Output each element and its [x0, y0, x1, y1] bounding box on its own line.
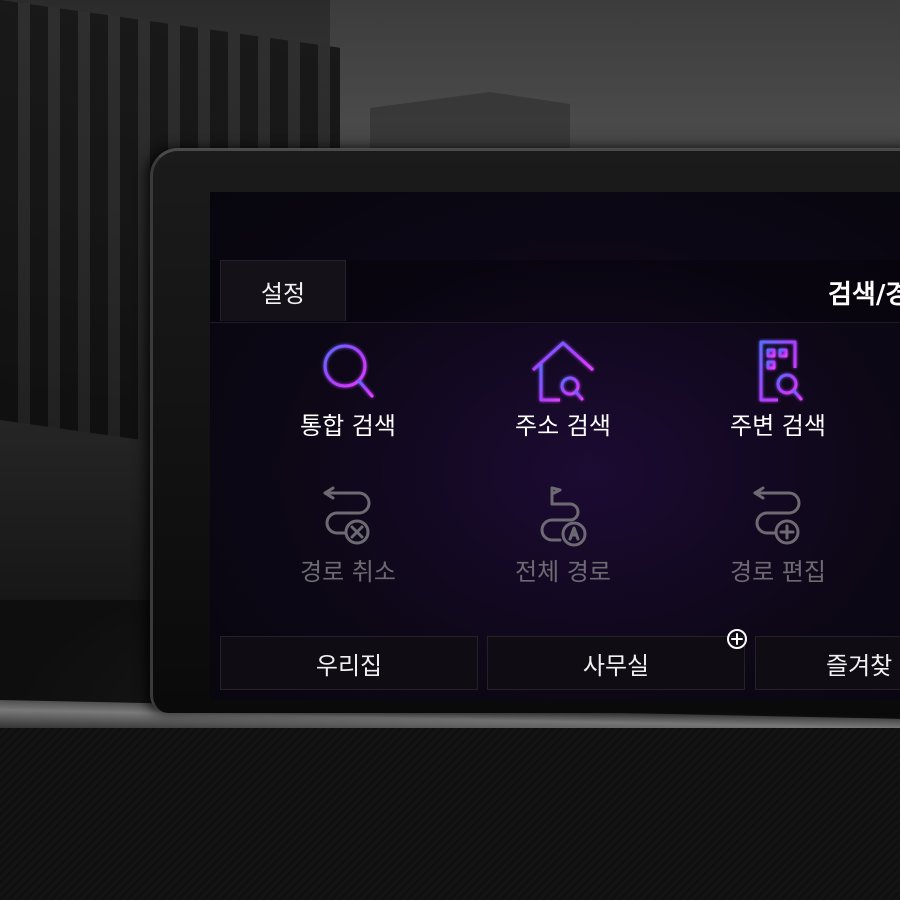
route-overview-label: 전체 경로 [515, 558, 611, 586]
dashboard-lower [0, 728, 900, 900]
magnifier-icon [323, 344, 374, 398]
house-search-icon [531, 341, 595, 402]
favorites-label: 즐겨찾 [826, 651, 893, 680]
integrated-search-label: 통합 검색 [300, 412, 396, 440]
route-overview-button[interactable]: 전체 경로 [468, 484, 658, 604]
plus-circle-icon[interactable] [726, 628, 748, 650]
home-label: 우리집 [315, 651, 383, 680]
cancel-route-label: 경로 취소 [300, 558, 396, 586]
building-search-icon [759, 340, 803, 402]
office-label: 사무실 [582, 651, 650, 680]
favorites-button[interactable]: 즐겨찾 [755, 636, 900, 690]
tab-settings-label: 설정 [260, 279, 306, 308]
home-button[interactable]: 우리집 [220, 636, 478, 690]
nearby-search-label: 주변 검색 [730, 412, 826, 440]
route-cancel-icon [323, 486, 371, 545]
address-search-button[interactable]: 주소 검색 [468, 338, 658, 458]
address-search-label: 주소 검색 [515, 412, 611, 440]
infotainment-screen: 설정 검색/경 통합 검색 주소 검색 주변 검색 경로 취소 전체 경로 경로… [210, 192, 900, 700]
edit-route-label: 경로 편집 [730, 558, 826, 586]
cancel-route-button[interactable]: 경로 취소 [253, 484, 443, 604]
edit-route-button[interactable]: 경로 편집 [683, 484, 873, 604]
nearby-search-button[interactable]: 주변 검색 [683, 338, 873, 458]
page-title: 검색/경 [828, 280, 900, 310]
top-bar: 설정 검색/경 [210, 260, 900, 323]
route-edit-icon [753, 486, 801, 545]
route-overview-icon [540, 486, 587, 547]
integrated-search-button[interactable]: 통합 검색 [253, 338, 443, 458]
office-button[interactable]: 사무실 [487, 636, 745, 690]
tab-settings[interactable]: 설정 [220, 260, 346, 321]
